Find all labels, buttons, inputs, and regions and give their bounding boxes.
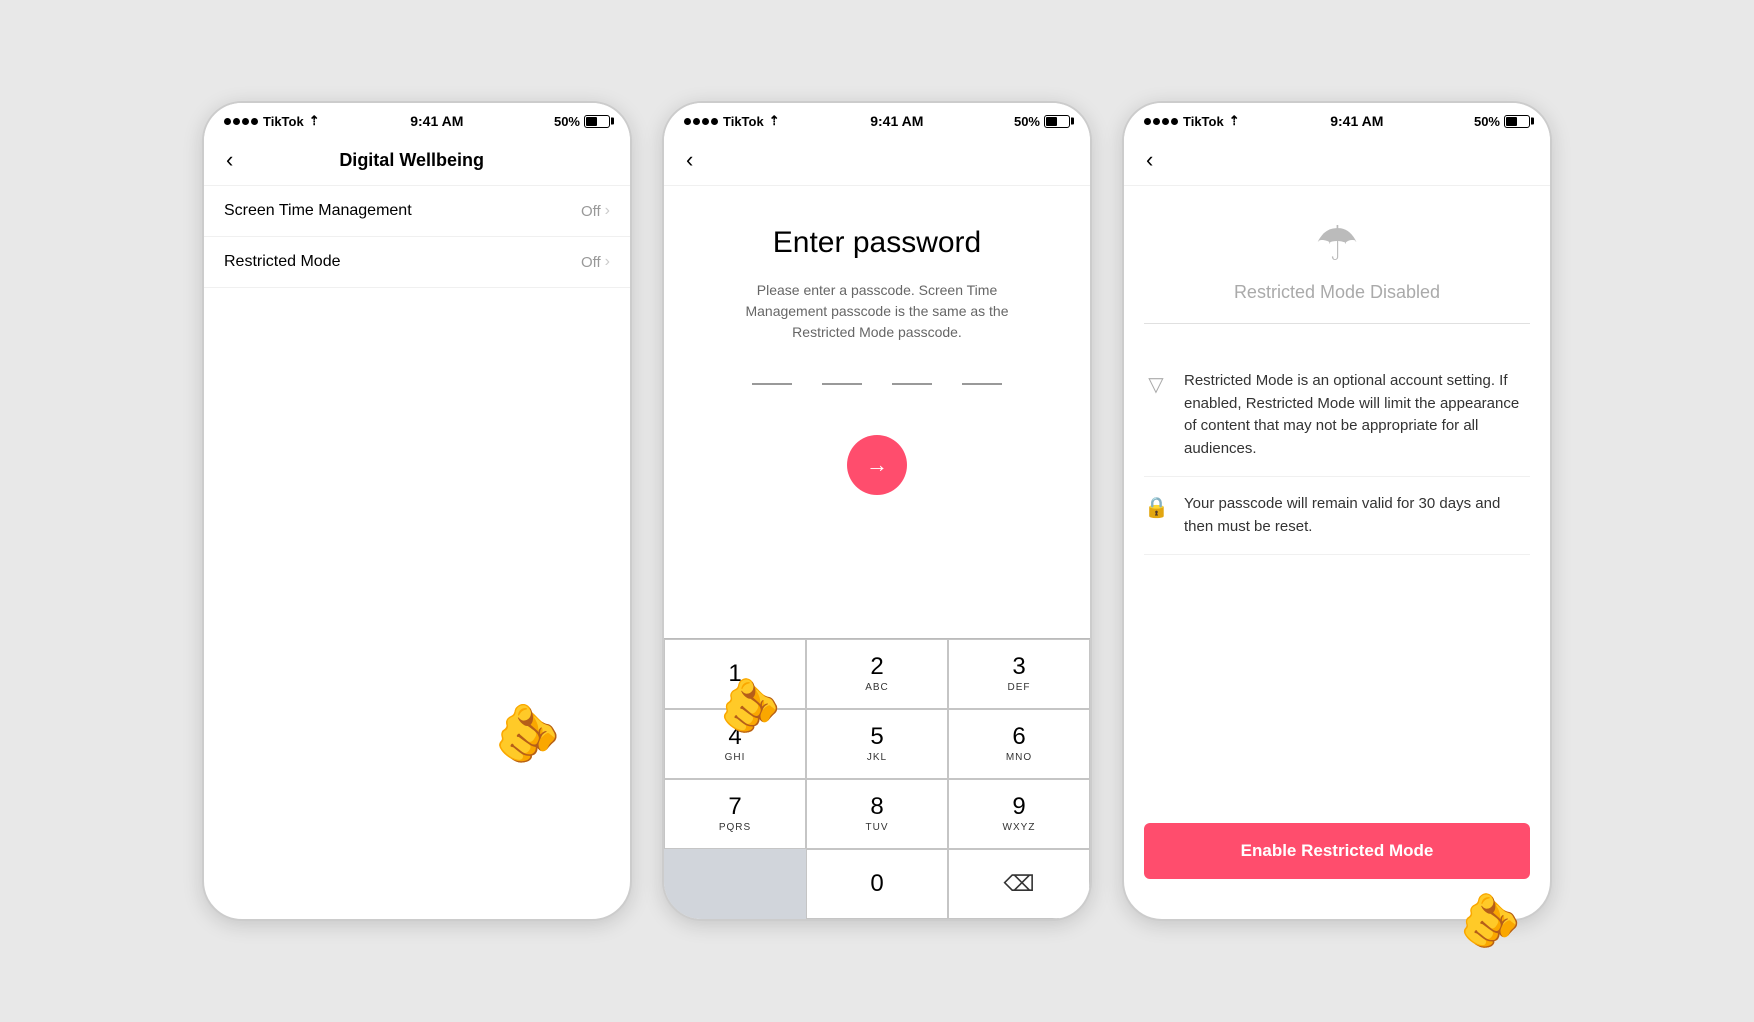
battery-percent-2: 50% [1014,114,1040,129]
status-bar-3: TikTok ⇡ 9:41 AM 50% [1124,103,1550,135]
phone-2: TikTok ⇡ 9:41 AM 50% ‹ Enter password Pl… [662,101,1092,921]
key-8[interactable]: 8 TUV [806,779,948,849]
restricted-content: ☂ Restricted Mode Disabled ▽ Restricted … [1124,186,1550,803]
key-6[interactable]: 6 MNO [948,709,1090,779]
key-7[interactable]: 7 PQRS [664,779,806,849]
filter-icon: ▽ [1144,372,1168,397]
key-5[interactable]: 5 JKL [806,709,948,779]
battery-percent-3: 50% [1474,114,1500,129]
status-right-1: 50% [554,114,610,129]
screen-time-value: Off [581,203,601,220]
battery-percent-1: 50% [554,114,580,129]
nav-bar-2: ‹ [664,135,1090,186]
passcode-input [752,383,1002,385]
back-button-2[interactable]: ‹ [682,143,697,177]
phone-3-wrapper: TikTok ⇡ 9:41 AM 50% ‹ ☂ Restricted Mode… [1122,101,1552,921]
password-content: Enter password Please enter a passcode. … [664,186,1090,638]
passcode-dot-2 [822,383,862,385]
backspace-icon: ⌫ [1003,871,1034,897]
info-item-2: 🔒 Your passcode will remain valid for 30… [1144,477,1530,555]
password-title: Enter password [773,226,981,260]
key-empty [664,849,806,919]
phone-1: TikTok ⇡ 9:41 AM 50% ‹ Digital Wellbeing… [202,101,632,921]
key-backspace[interactable]: ⌫ [948,849,1090,919]
submit-password-button[interactable]: → [847,435,907,495]
restricted-mode-chevron: › [605,253,610,271]
info-item-1: ▽ Restricted Mode is an optional account… [1144,354,1530,477]
signal-2 [684,118,718,125]
signal-3 [1144,118,1178,125]
battery-3 [1504,115,1530,128]
settings-list: Screen Time Management Off › Restricted … [204,186,630,288]
wifi-icon-3: ⇡ [1229,113,1240,129]
enable-restricted-mode-button[interactable]: Enable Restricted Mode [1144,823,1530,879]
app-name-1: TikTok [263,114,304,129]
battery-2 [1044,115,1070,128]
battery-1 [584,115,610,128]
info-text-1: Restricted Mode is an optional account s… [1184,370,1530,460]
info-text-2: Your passcode will remain valid for 30 d… [1184,493,1530,538]
wifi-icon-2: ⇡ [769,113,780,129]
phone-2-wrapper: TikTok ⇡ 9:41 AM 50% ‹ Enter password Pl… [662,101,1092,921]
page-title-1: Digital Wellbeing [237,150,586,171]
status-right-2: 50% [1014,114,1070,129]
numpad: 1 2 ABC 3 DEF 4 GHI 5 JKL [664,638,1090,919]
restricted-mode-right: Off › [581,253,610,271]
arrow-icon: → [866,452,888,478]
restricted-status-text: Restricted Mode Disabled [1234,282,1440,303]
status-left-2: TikTok ⇡ [684,113,780,129]
wifi-icon-1: ⇡ [309,113,320,129]
back-button-1[interactable]: ‹ [222,143,237,177]
screen-time-chevron: › [605,202,610,220]
time-2: 9:41 AM [870,113,923,129]
info-items: ▽ Restricted Mode is an optional account… [1144,344,1530,565]
settings-item-restricted[interactable]: Restricted Mode Off › [204,237,630,288]
app-name-3: TikTok [1183,114,1224,129]
nav-bar-1: ‹ Digital Wellbeing [204,135,630,186]
phone-1-wrapper: TikTok ⇡ 9:41 AM 50% ‹ Digital Wellbeing… [202,101,632,921]
restricted-mode-value: Off [581,254,601,271]
status-left-3: TikTok ⇡ [1144,113,1240,129]
key-9[interactable]: 9 WXYZ [948,779,1090,849]
lock-icon: 🔒 [1144,495,1168,520]
passcode-dot-1 [752,383,792,385]
key-2[interactable]: 2 ABC [806,639,948,709]
restricted-bottom: Enable Restricted Mode [1124,803,1550,919]
screen-time-right: Off › [581,202,610,220]
password-subtitle: Please enter a passcode. Screen Time Man… [737,280,1017,343]
time-1: 9:41 AM [410,113,463,129]
restricted-screen: ☂ Restricted Mode Disabled ▽ Restricted … [1124,186,1550,919]
status-right-3: 50% [1474,114,1530,129]
status-bar-2: TikTok ⇡ 9:41 AM 50% [664,103,1090,135]
screen-time-label: Screen Time Management [224,202,412,220]
key-4[interactable]: 4 GHI [664,709,806,779]
back-button-3[interactable]: ‹ [1142,143,1157,177]
time-3: 9:41 AM [1330,113,1383,129]
key-0[interactable]: 0 [806,849,948,919]
passcode-dot-4 [962,383,1002,385]
restricted-icon-area: ☂ Restricted Mode Disabled [1144,216,1530,324]
key-1[interactable]: 1 [664,639,806,709]
app-name-2: TikTok [723,114,764,129]
phone-3: TikTok ⇡ 9:41 AM 50% ‹ ☂ Restricted Mode… [1122,101,1552,921]
status-bar-1: TikTok ⇡ 9:41 AM 50% [204,103,630,135]
settings-item-screen-time[interactable]: Screen Time Management Off › [204,186,630,237]
password-screen: Enter password Please enter a passcode. … [664,186,1090,919]
restricted-mode-label: Restricted Mode [224,253,341,271]
nav-bar-3: ‹ [1124,135,1550,186]
status-left-1: TikTok ⇡ [224,113,320,129]
signal-1 [224,118,258,125]
umbrella-icon: ☂ [1315,216,1358,272]
passcode-dot-3 [892,383,932,385]
key-3[interactable]: 3 DEF [948,639,1090,709]
